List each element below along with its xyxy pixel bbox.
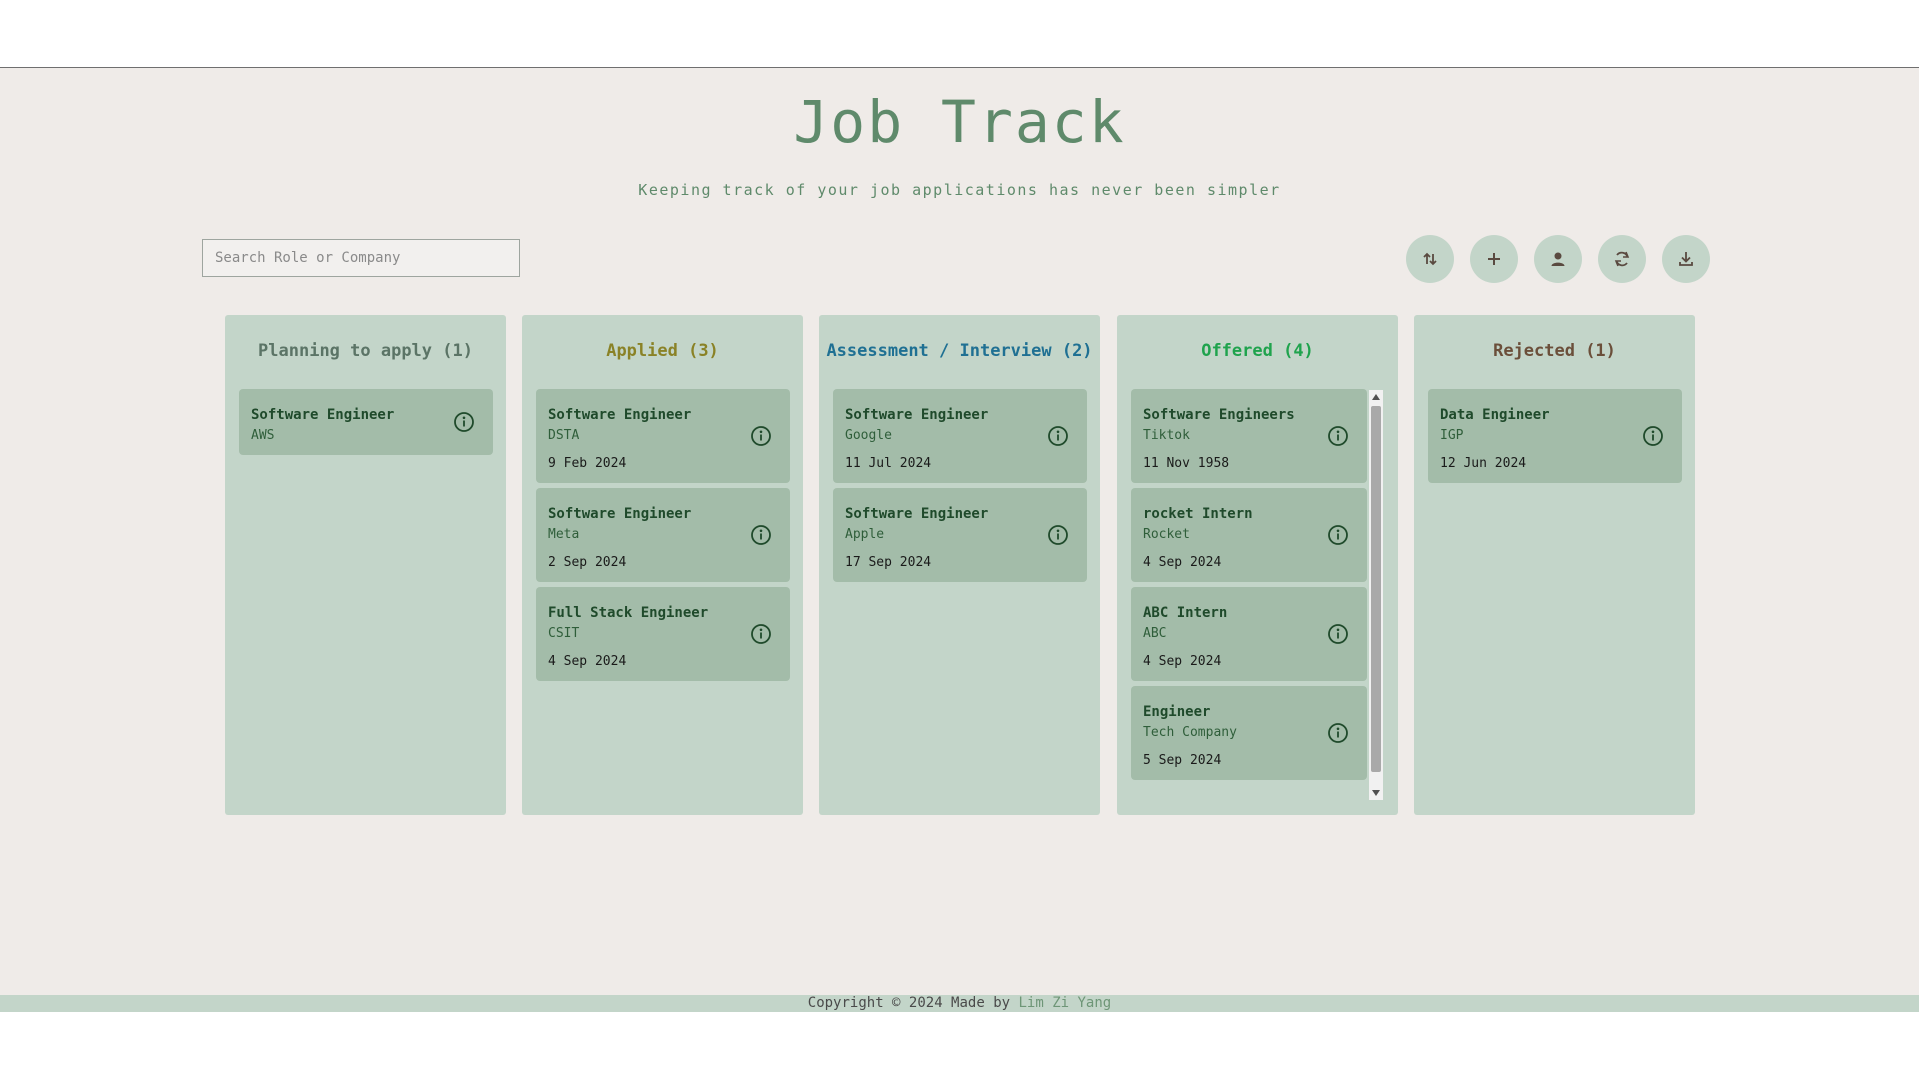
card-role: rocket Intern	[1143, 506, 1253, 522]
column-header: Assessment / Interview (2)	[826, 341, 1093, 361]
card-role: Software Engineers	[1143, 407, 1295, 423]
refresh-icon	[1614, 251, 1630, 267]
scroll-thumb[interactable]	[1371, 406, 1381, 772]
column-offered: Offered (4) Software Engineers Tiktok 11 No…	[1117, 315, 1398, 815]
info-icon[interactable]	[750, 425, 772, 447]
sort-button[interactable]	[1406, 235, 1454, 283]
column-header: Rejected (1)	[1493, 341, 1616, 361]
job-card[interactable]: Software Engineer Google 11 Jul 2024	[833, 389, 1087, 483]
info-icon[interactable]	[1642, 425, 1664, 447]
top-band	[0, 0, 1919, 68]
column-assessment: Assessment / Interview (2) Software Engin…	[819, 315, 1100, 815]
card-list: Data Engineer IGP 12 Jun 2024	[1428, 389, 1682, 488]
search-input[interactable]	[202, 239, 520, 277]
toolbar	[1406, 235, 1710, 283]
card-company: Tech Company	[1143, 725, 1237, 740]
card-role: Software Engineer	[548, 506, 692, 522]
info-icon[interactable]	[1047, 425, 1069, 447]
card-role: Software Engineer	[845, 407, 989, 423]
download-icon	[1679, 252, 1693, 266]
card-date: 2 Sep 2024	[548, 555, 627, 570]
download-button[interactable]	[1662, 235, 1710, 283]
info-icon[interactable]	[1327, 425, 1349, 447]
card-company: AWS	[251, 428, 275, 443]
user-icon	[1551, 252, 1565, 266]
job-card[interactable]: Software Engineer DSTA 9 Feb 2024	[536, 389, 790, 483]
job-card[interactable]: Full Stack Engineer CSIT 4 Sep 2024	[536, 587, 790, 681]
job-card[interactable]: ABC Intern ABC 4 Sep 2024	[1131, 587, 1367, 681]
card-date: 4 Sep 2024	[1143, 555, 1222, 570]
card-date: 9 Feb 2024	[548, 456, 627, 471]
info-icon[interactable]	[750, 623, 772, 645]
card-date: 4 Sep 2024	[548, 654, 627, 669]
column-applied: Applied (3) Software Engineer DSTA 9 Feb 20…	[522, 315, 803, 815]
job-card[interactable]: Software Engineer Apple 17 Sep 2024	[833, 488, 1087, 582]
info-icon[interactable]	[750, 524, 772, 546]
page-title: Job Track	[793, 88, 1126, 156]
column-planning: Planning to apply (1) Software Engineer AW…	[225, 315, 506, 815]
info-icon[interactable]	[1327, 722, 1349, 744]
card-date: 11 Nov 1958	[1143, 456, 1230, 471]
card-role: Software Engineer	[548, 407, 692, 423]
scrollbar[interactable]	[1369, 390, 1383, 800]
card-company: Google	[845, 428, 892, 443]
card-role: Software Engineer	[251, 407, 395, 423]
scroll-down-arrow[interactable]	[1372, 790, 1380, 796]
card-company: IGP	[1440, 428, 1464, 443]
info-icon[interactable]	[453, 411, 475, 433]
column-header: Offered (4)	[1201, 341, 1314, 361]
refresh-button[interactable]	[1598, 235, 1646, 283]
info-icon[interactable]	[1327, 524, 1349, 546]
main-area: Job Track Keeping track of your job appl…	[0, 68, 1919, 995]
plus-icon	[1488, 253, 1500, 265]
sort-arrows-icon	[1423, 252, 1437, 266]
column-header: Applied (3)	[606, 341, 719, 361]
info-icon[interactable]	[1047, 524, 1069, 546]
card-list: Software Engineer AWS	[239, 389, 493, 460]
card-company: DSTA	[548, 428, 580, 443]
job-card[interactable]: Data Engineer IGP 12 Jun 2024	[1428, 389, 1682, 483]
card-company: Rocket	[1143, 527, 1190, 542]
column-header: Planning to apply (1)	[258, 341, 473, 361]
card-list: Software Engineer DSTA 9 Feb 2024 Software …	[536, 389, 790, 686]
copyright-text: Copyright © 2024 Made by	[807, 995, 1011, 1011]
scroll-up-arrow[interactable]	[1372, 394, 1380, 400]
card-company: CSIT	[548, 626, 580, 641]
author-link[interactable]: Lim Zi Yang	[1019, 995, 1112, 1011]
page-subtitle: Keeping track of your job applications h…	[638, 181, 1281, 199]
card-date: 4 Sep 2024	[1143, 654, 1222, 669]
card-role: Full Stack Engineer	[548, 605, 709, 621]
card-date: 11 Jul 2024	[845, 456, 932, 471]
card-role: Software Engineer	[845, 506, 989, 522]
card-role: Data Engineer	[1440, 407, 1550, 423]
card-company: Meta	[548, 527, 580, 542]
card-list: Software Engineers Tiktok 11 Nov 1958 rocke…	[1131, 389, 1367, 799]
bottom-band	[0, 1012, 1919, 1079]
footer: Copyright © 2024 Made by Lim Zi Yang	[0, 995, 1919, 1012]
job-card[interactable]: Engineer Tech Company 5 Sep 2024	[1131, 686, 1367, 780]
card-role: ABC Intern	[1143, 605, 1228, 621]
card-company: Tiktok	[1143, 428, 1190, 443]
job-card[interactable]: rocket Intern Rocket 4 Sep 2024	[1131, 488, 1367, 582]
job-card[interactable]: Software Engineers Tiktok 11 Nov 1958	[1131, 389, 1367, 483]
column-rejected: Rejected (1) Data Engineer IGP 12 Jun 2024	[1414, 315, 1695, 815]
card-date: 12 Jun 2024	[1440, 456, 1527, 471]
profile-button[interactable]	[1534, 235, 1582, 283]
card-company: Apple	[845, 527, 885, 542]
card-date: 5 Sep 2024	[1143, 753, 1222, 768]
job-card[interactable]: Software Engineer AWS	[239, 389, 493, 455]
info-icon[interactable]	[1327, 623, 1349, 645]
job-card[interactable]: Software Engineer Meta 2 Sep 2024	[536, 488, 790, 582]
add-button[interactable]	[1470, 235, 1518, 283]
card-date: 17 Sep 2024	[845, 555, 932, 570]
card-role: Engineer	[1143, 704, 1211, 720]
card-list: Software Engineer Google 11 Jul 2024 Softwa…	[833, 389, 1087, 587]
card-company: ABC	[1143, 626, 1167, 641]
